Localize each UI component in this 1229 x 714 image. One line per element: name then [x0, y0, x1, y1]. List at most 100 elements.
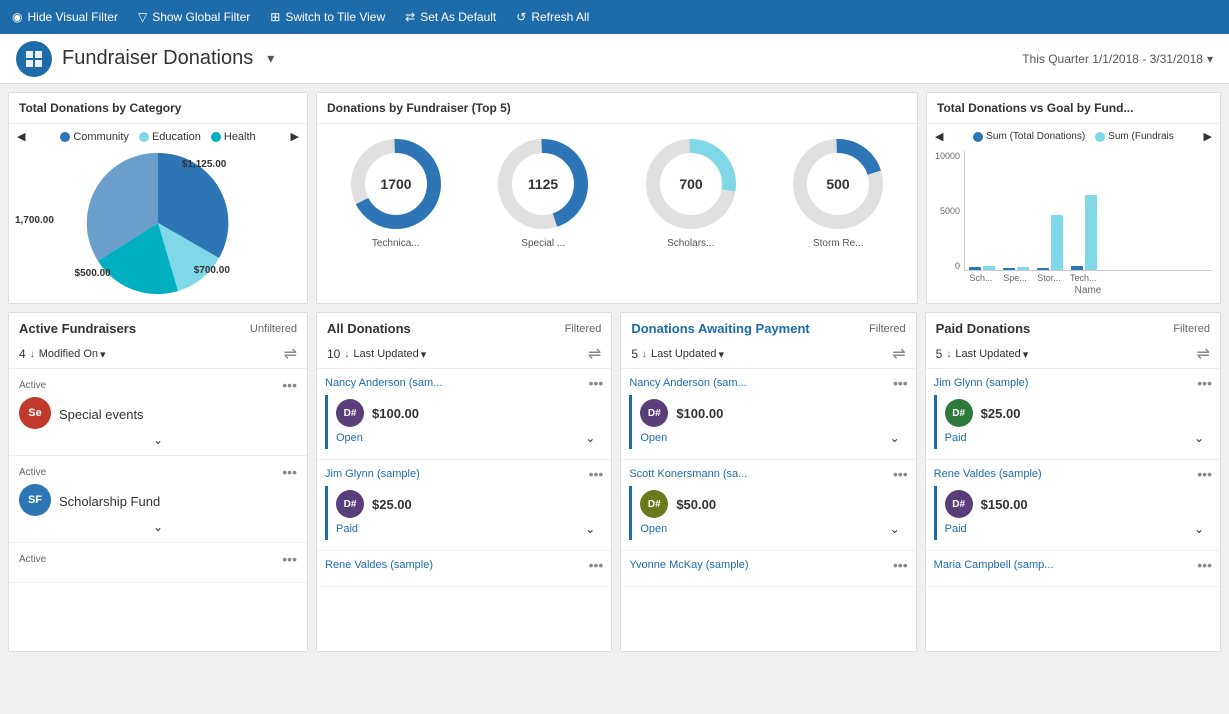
- bar-prev-icon[interactable]: ◀: [935, 130, 943, 143]
- paid-sort-field[interactable]: Last Updated ▾: [955, 348, 1028, 361]
- date-dropdown-icon[interactable]: ▾: [1207, 52, 1213, 66]
- donut-3: 700 Scholars...: [641, 134, 741, 249]
- bar-group-2: [1003, 267, 1029, 270]
- bar-chart-panel: Total Donations vs Goal by Fund... ◀ Sum…: [926, 92, 1221, 304]
- refresh-all-btn[interactable]: ↺ Refresh All: [516, 10, 589, 24]
- sort-adjust-icon[interactable]: ⇌: [284, 344, 297, 364]
- donations-awaiting-filter: Filtered: [869, 323, 906, 335]
- donation-status-2: Paid: [336, 523, 358, 535]
- all-donations-header: All Donations Filtered: [317, 313, 611, 340]
- paid-sort-adjust[interactable]: ⇌: [1197, 344, 1210, 364]
- all-donations-filter: Filtered: [565, 323, 602, 335]
- paid-donations-sort-row: 5 ↓ Last Updated ▾ ⇌: [926, 340, 1220, 369]
- sort-field[interactable]: Modified On ▾: [39, 348, 106, 361]
- donation-name-1[interactable]: Nancy Anderson (sam...: [325, 377, 442, 389]
- x-label-spe: Spe...: [1002, 273, 1028, 283]
- await-name-1[interactable]: Nancy Anderson (sam...: [629, 377, 746, 389]
- donation-3-more[interactable]: •••: [589, 557, 604, 573]
- await-1-more[interactable]: •••: [893, 375, 908, 391]
- bar-next-icon[interactable]: ▶: [1204, 130, 1212, 143]
- await-expand-1[interactable]: ⌄: [890, 431, 900, 445]
- bar-chart-area: 10000 5000 0: [927, 143, 1220, 300]
- donut-label-2: Special ...: [493, 238, 593, 249]
- fundraiser-name-row-1: Se Special events: [19, 397, 297, 429]
- paid-2-more[interactable]: •••: [1197, 466, 1212, 482]
- expand-icon-1[interactable]: ⌄: [585, 431, 595, 445]
- all-sort-down-icon[interactable]: ↓: [344, 349, 349, 360]
- title-dropdown[interactable]: ▾: [267, 50, 274, 67]
- paid-expand-2[interactable]: ⌄: [1194, 522, 1204, 536]
- x-label-sch: Sch...: [968, 273, 994, 283]
- await-sort-field[interactable]: Last Updated ▾: [651, 348, 724, 361]
- donation-name-3[interactable]: Rene Valdes (sample): [325, 559, 433, 571]
- donation-name-2[interactable]: Jim Glynn (sample): [325, 468, 420, 480]
- chevron-down-icon: ⌄: [153, 520, 163, 534]
- paid-name-2[interactable]: Rene Valdes (sample): [934, 468, 1042, 480]
- header-right: This Quarter 1/1/2018 - 3/31/2018 ▾: [1022, 52, 1213, 66]
- expand-icon-2[interactable]: ⌄: [585, 522, 595, 536]
- list-item: Maria Campbell (samp... •••: [926, 551, 1220, 587]
- pie-legend: Community Education Health: [60, 131, 255, 143]
- item1-more[interactable]: •••: [282, 377, 297, 393]
- show-global-filter-btn[interactable]: ▽ Show Global Filter: [138, 10, 250, 24]
- header-bar: Fundraiser Donations ▾ This Quarter 1/1/…: [0, 34, 1229, 84]
- donut-label-3: Scholars...: [641, 238, 741, 249]
- item2-more[interactable]: •••: [282, 464, 297, 480]
- svg-text:500: 500: [827, 176, 851, 192]
- await-name-2[interactable]: Scott Konersmann (sa...: [629, 468, 747, 480]
- set-as-default-btn[interactable]: ⇄ Set As Default: [405, 10, 496, 24]
- bar-donations-1: [969, 267, 981, 270]
- paid-1-more[interactable]: •••: [1197, 375, 1212, 391]
- await-sort-adjust[interactable]: ⇌: [892, 344, 905, 364]
- all-donations-list: Nancy Anderson (sam... ••• D# $100.00 Op…: [317, 369, 611, 587]
- bar-group-3: [1037, 215, 1063, 270]
- total-donations-dot: [973, 132, 983, 142]
- list-item: Active •••: [9, 543, 307, 583]
- donut-label-4: Storm Re...: [788, 238, 888, 249]
- content-area[interactable]: Total Donations by Category ◀ Community …: [0, 84, 1229, 714]
- await-2-more[interactable]: •••: [893, 466, 908, 482]
- all-sort-num: 10: [327, 347, 340, 361]
- switch-tile-view-btn[interactable]: ⊞ Switch to Tile View: [270, 10, 385, 24]
- paid-sort-num: 5: [936, 347, 943, 361]
- pie-label-1125: $1,125.00: [182, 159, 227, 170]
- donation-avatar-1: D#: [336, 399, 364, 427]
- active-fundraisers-sort-row: 4 ↓ Modified On ▾ ⇌: [9, 340, 307, 369]
- donations-awaiting-header: Donations Awaiting Payment Filtered: [621, 313, 915, 340]
- donut-4: 500 Storm Re...: [788, 134, 888, 249]
- donut-label-1: Technica...: [346, 238, 446, 249]
- sort-down-icon[interactable]: ↓: [30, 349, 35, 360]
- active-fundraisers-list: Active ••• Se Special events ⌄ Active: [9, 369, 307, 583]
- all-sort-field[interactable]: Last Updated ▾: [353, 348, 426, 361]
- item2-expand[interactable]: ⌄: [19, 520, 297, 534]
- pie-next-icon[interactable]: ▶: [291, 130, 299, 143]
- paid-name-3[interactable]: Maria Campbell (samp...: [934, 559, 1054, 571]
- top-row: Total Donations by Category ◀ Community …: [8, 92, 1221, 304]
- page-title: Fundraiser Donations: [62, 47, 253, 70]
- list-item: Rene Valdes (sample) ••• D# $150.00 Paid…: [926, 460, 1220, 551]
- await-item-2: D# $50.00 Open ⌄: [629, 486, 907, 540]
- await-sort-down-icon[interactable]: ↓: [642, 349, 647, 360]
- donation-2-more[interactable]: •••: [589, 466, 604, 482]
- active-fundraisers-title: Active Fundraisers: [19, 321, 136, 336]
- await-expand-2[interactable]: ⌄: [890, 522, 900, 536]
- paid-expand-1[interactable]: ⌄: [1194, 431, 1204, 445]
- paid-sort-down-icon[interactable]: ↓: [946, 349, 951, 360]
- paid-sort-chevron: ▾: [1023, 348, 1029, 361]
- await-3-more[interactable]: •••: [893, 557, 908, 573]
- item3-more[interactable]: •••: [282, 551, 297, 567]
- await-name-3[interactable]: Yvonne McKay (sample): [629, 559, 748, 571]
- donation-1-more[interactable]: •••: [589, 375, 604, 391]
- pie-label-500: $500.00: [75, 268, 111, 279]
- item1-expand[interactable]: ⌄: [19, 433, 297, 447]
- paid-3-more[interactable]: •••: [1197, 557, 1212, 573]
- active-fundraisers-panel: Active Fundraisers Unfiltered 4 ↓ Modifi…: [8, 312, 308, 652]
- pie-prev-icon[interactable]: ◀: [17, 130, 25, 143]
- hide-visual-filter-btn[interactable]: ◉ Hide Visual Filter: [12, 10, 118, 24]
- item2-status: Active: [19, 467, 46, 478]
- paid-name-1[interactable]: Jim Glynn (sample): [934, 377, 1029, 389]
- bar-goal-3: [1051, 215, 1063, 270]
- pie-chart-title: Total Donations by Category: [9, 93, 307, 124]
- all-sort-adjust[interactable]: ⇌: [588, 344, 601, 364]
- item2-name: Scholarship Fund: [59, 494, 160, 509]
